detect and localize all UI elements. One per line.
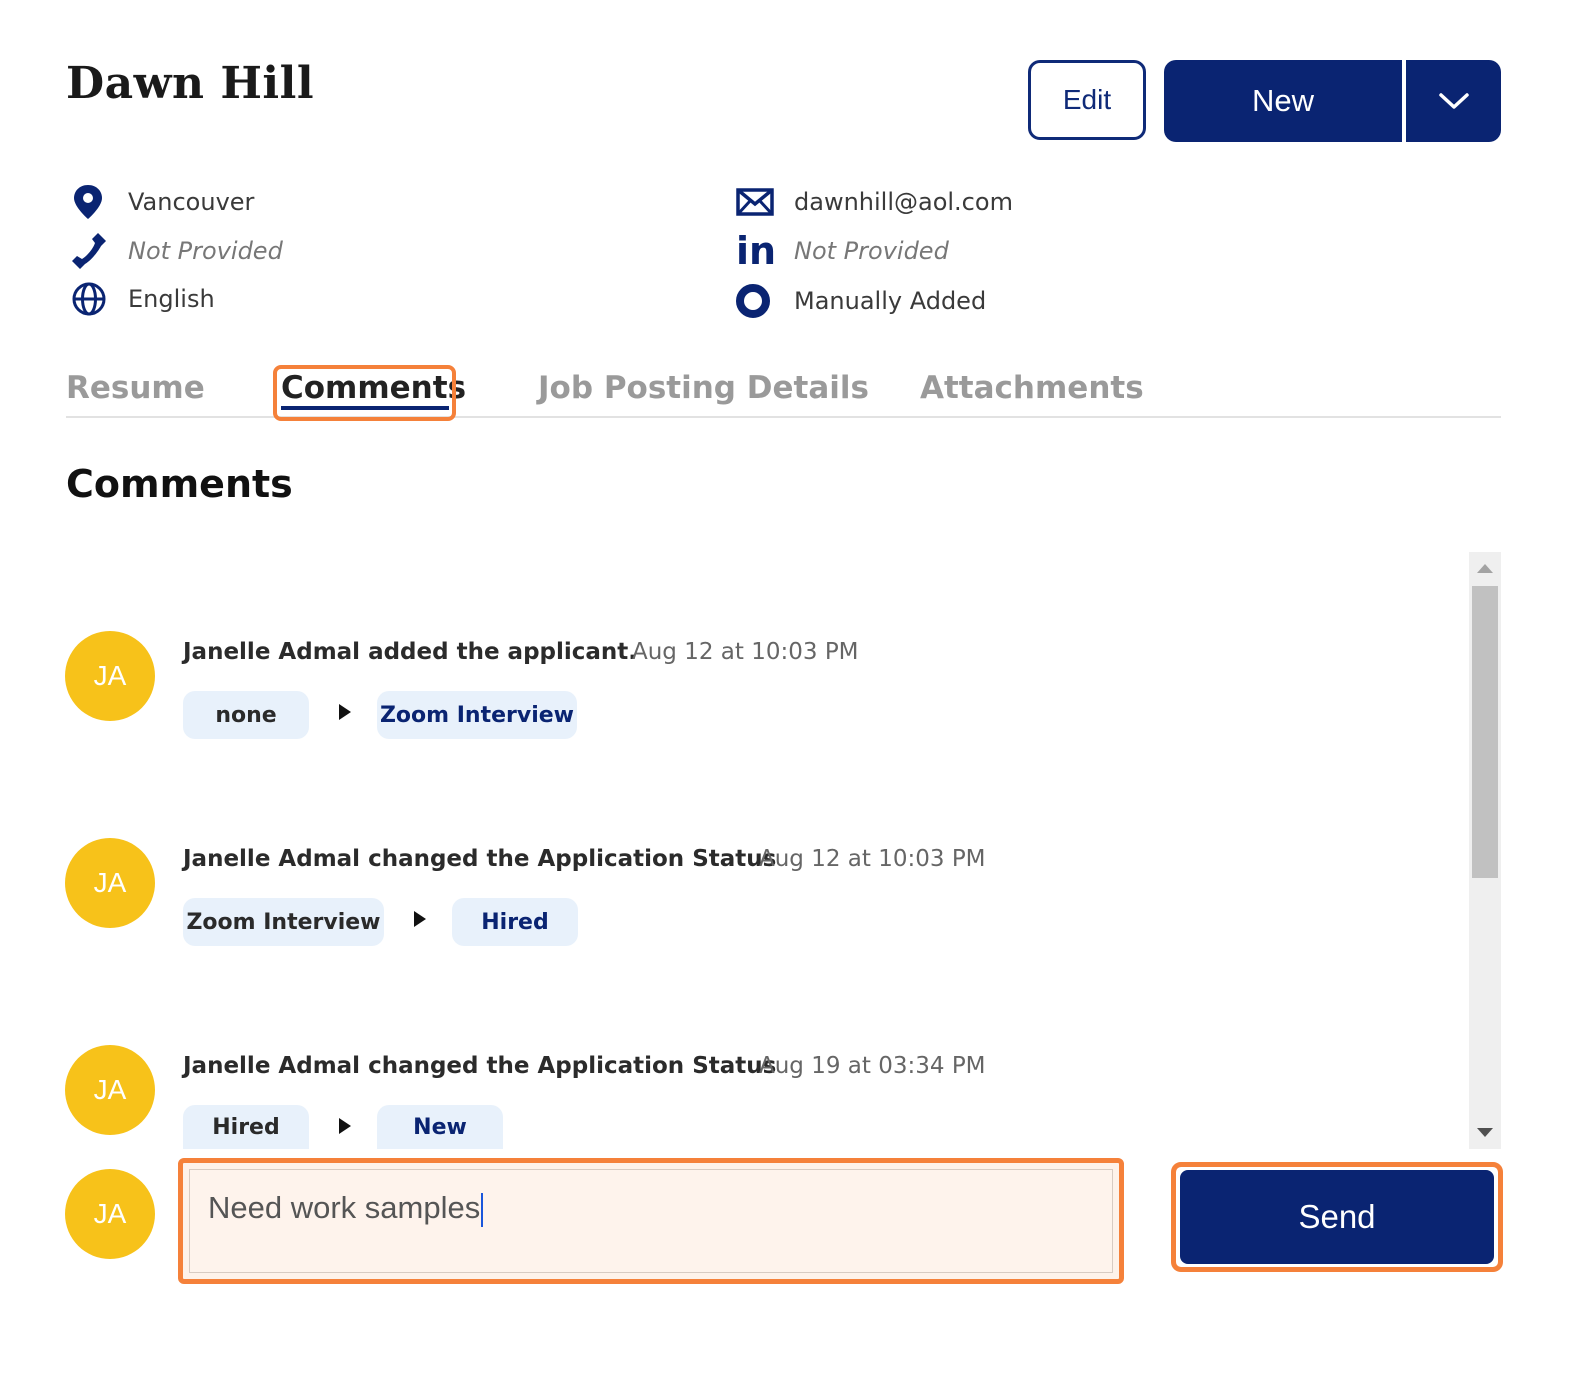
comment-input-highlight: Need work samples	[178, 1158, 1124, 1284]
linkedin-row: in Not Provided	[736, 231, 949, 271]
tab-job-posting-details[interactable]: Job Posting Details	[538, 370, 869, 406]
candidate-name: Dawn Hill	[66, 58, 315, 109]
activity-time: Aug 19 at 03:34 PM	[759, 1053, 986, 1079]
new-dropdown-button[interactable]	[1406, 60, 1501, 142]
section-title: Comments	[66, 462, 293, 506]
play-arrow-icon	[339, 704, 351, 720]
comment-input-value: Need work samples	[208, 1190, 481, 1225]
chevron-down-icon	[1438, 93, 1469, 109]
tab-resume[interactable]: Resume	[66, 370, 205, 406]
applicant-profile-page: Dawn Hill Edit New Vancouver Not Provide…	[0, 0, 1590, 1378]
activity-text: Janelle Admal changed the Application St…	[183, 846, 777, 872]
activity-time: Aug 12 at 10:03 PM	[759, 846, 986, 872]
linkedin-icon: in	[736, 229, 777, 273]
scrollbar-thumb[interactable]	[1472, 586, 1498, 878]
envelope-icon	[736, 182, 780, 222]
phone-row: Not Provided	[70, 231, 283, 271]
status-to-chip: Zoom Interview	[377, 691, 577, 739]
composer-avatar: JA	[65, 1169, 155, 1259]
status-from-chip: Zoom Interview	[183, 898, 384, 946]
phone-icon	[70, 231, 114, 271]
send-button[interactable]: Send	[1180, 1170, 1494, 1264]
email-text: dawnhill@aol.com	[794, 188, 1013, 216]
scroll-down-arrow-icon[interactable]	[1477, 1128, 1493, 1137]
activity-text: Janelle Admal added the applicant.	[183, 639, 638, 665]
linkedin-text: Not Provided	[794, 237, 949, 265]
new-button[interactable]: New	[1164, 60, 1402, 142]
activity-time: Aug 12 at 10:03 PM	[632, 639, 859, 665]
status-to-chip: New	[377, 1105, 503, 1149]
tab-focus-highlight	[273, 365, 456, 421]
language-text: English	[128, 285, 215, 313]
edit-button[interactable]: Edit	[1028, 60, 1146, 140]
status-from-chip: Hired	[183, 1105, 309, 1149]
phone-text: Not Provided	[128, 237, 283, 265]
avatar: JA	[65, 1045, 155, 1135]
source-row: Manually Added	[736, 281, 986, 321]
scroll-up-arrow-icon[interactable]	[1477, 564, 1493, 573]
globe-icon	[70, 279, 114, 319]
source-text: Manually Added	[794, 287, 987, 315]
text-caret	[481, 1192, 484, 1227]
language-row: English	[70, 279, 215, 319]
play-arrow-icon	[339, 1118, 351, 1134]
email-row: dawnhill@aol.com	[736, 182, 1013, 222]
map-pin-icon	[70, 182, 114, 222]
ring-icon	[736, 281, 780, 321]
status-from-chip: none	[183, 691, 309, 739]
play-arrow-icon	[414, 911, 426, 927]
status-to-chip: Hired	[452, 898, 578, 946]
comment-input[interactable]: Need work samples	[189, 1169, 1113, 1273]
location-row: Vancouver	[70, 182, 254, 222]
location-text: Vancouver	[128, 188, 255, 216]
avatar: JA	[65, 838, 155, 928]
tab-attachments[interactable]: Attachments	[920, 370, 1144, 406]
avatar: JA	[65, 631, 155, 721]
activity-text: Janelle Admal changed the Application St…	[183, 1053, 777, 1079]
